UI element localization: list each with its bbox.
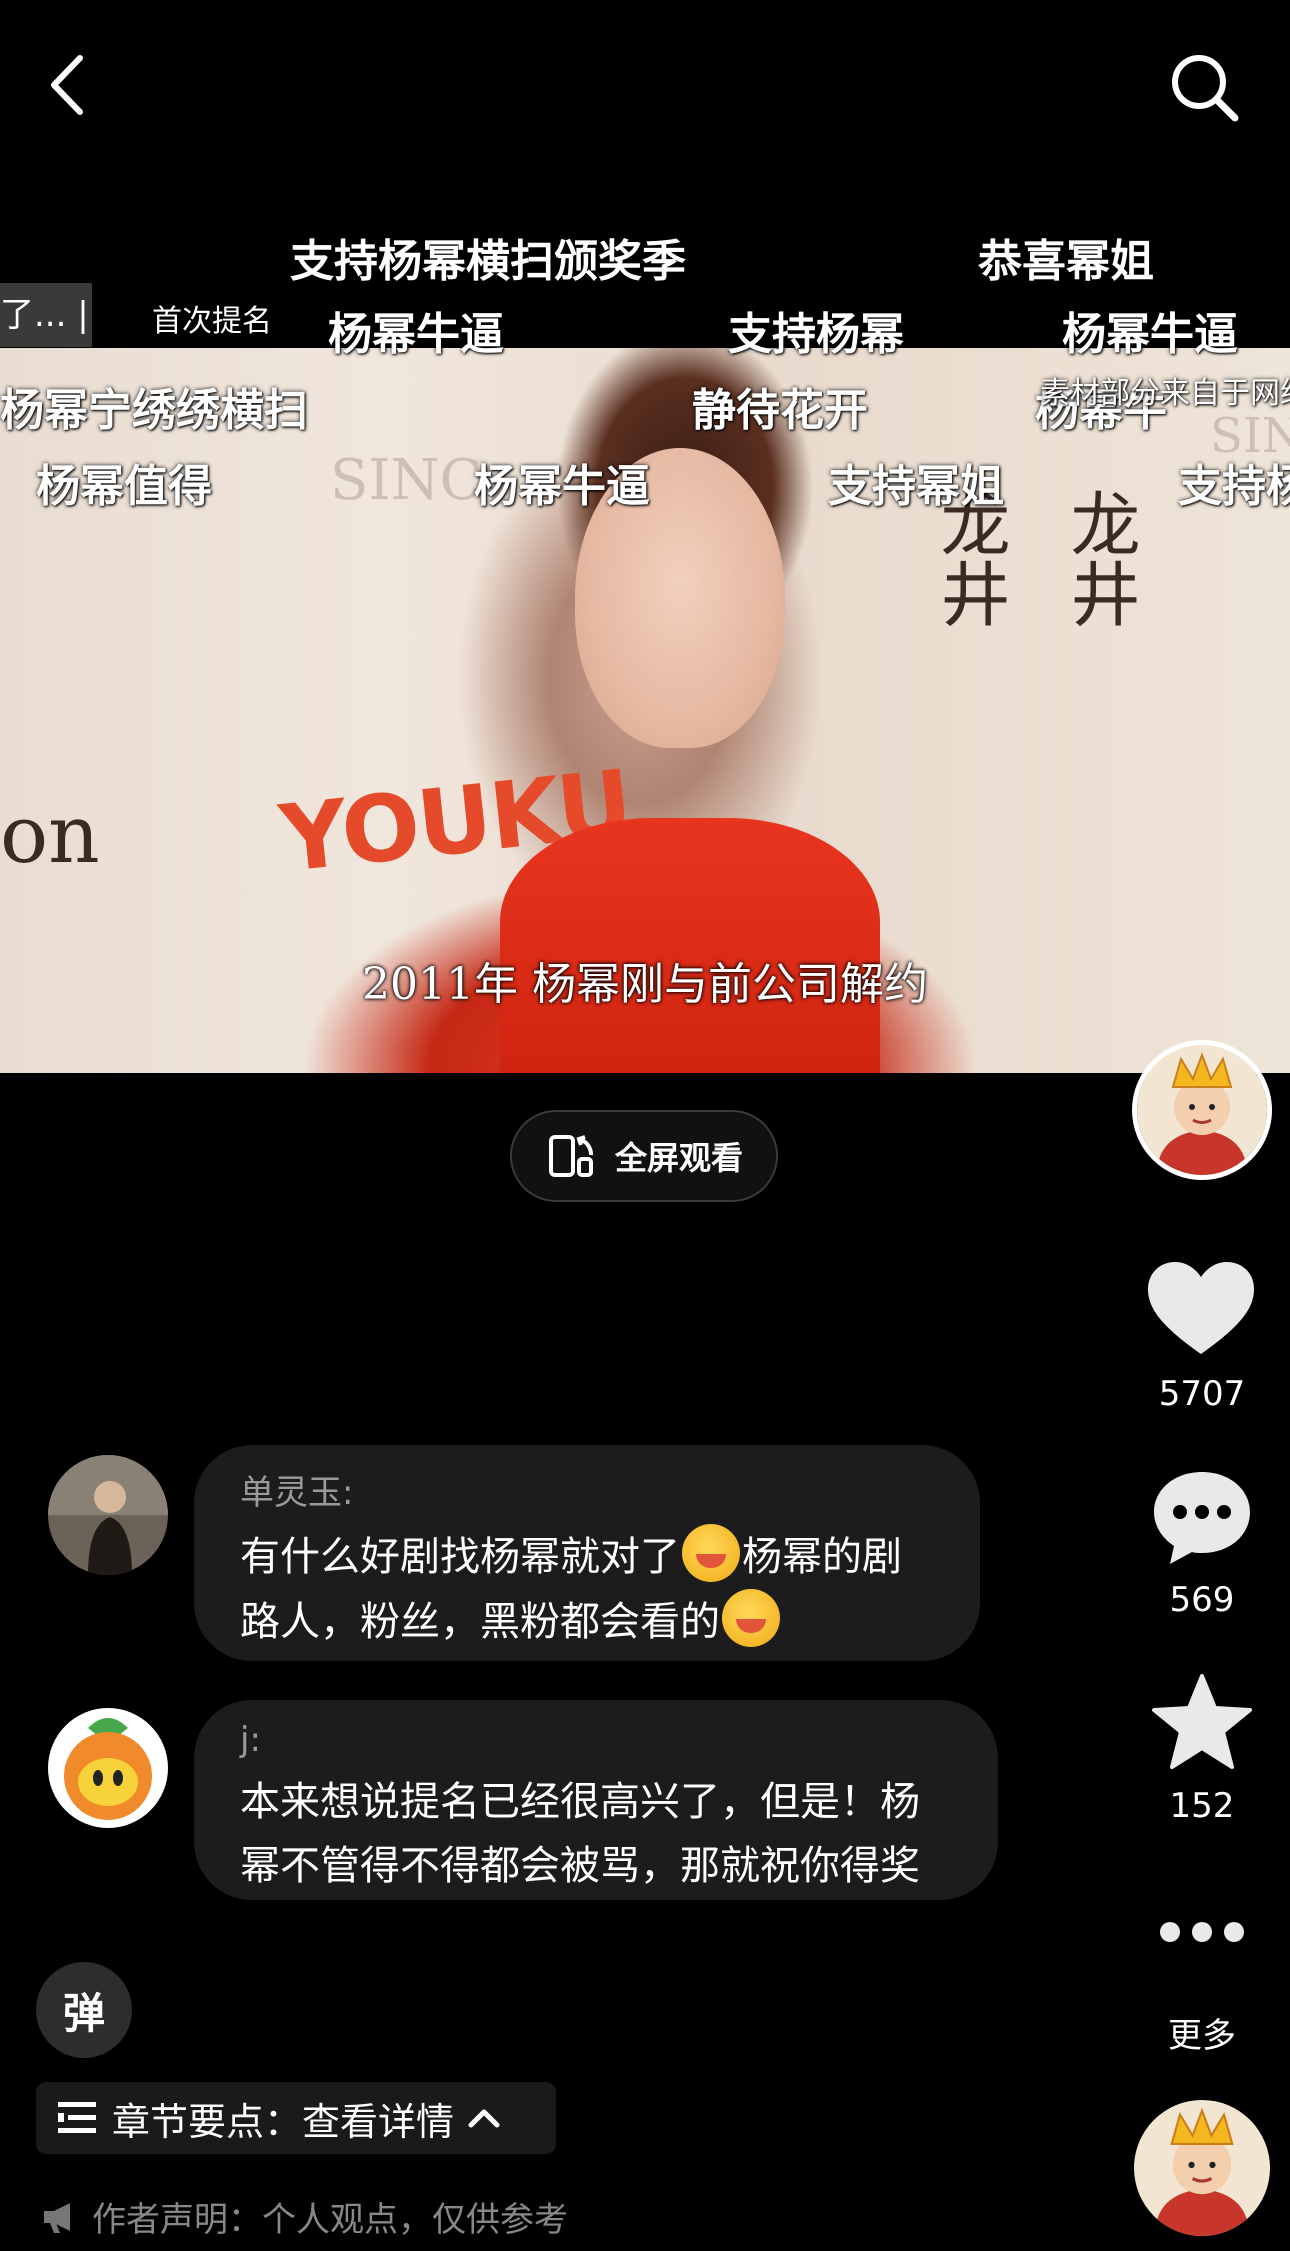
chapter-points-label: 章节要点：查看详情 (112, 2099, 455, 2144)
laughing-emoji-icon (682, 1524, 740, 1582)
bottom-avatar[interactable] (1134, 2100, 1270, 2236)
comment-text-part: 本来想说提名已经很高兴了，但是！杨 (240, 1779, 920, 1825)
danmaku-toggle-label: 弹 (62, 1988, 105, 2038)
danmaku-tag: 了... | (0, 283, 92, 347)
favorite-count: 152 (1169, 1786, 1235, 1826)
comment-username: j: (240, 1720, 261, 1760)
danmaku-text: 静待花开 (692, 385, 868, 436)
more-label: 更多 (1168, 2016, 1236, 2056)
danmaku-text: 杨幂牛逼 (474, 461, 650, 512)
danmaku-text: 恭喜幂姐 (978, 236, 1154, 287)
comment-count: 569 (1169, 1580, 1235, 1620)
star-icon (1152, 1674, 1252, 1769)
chevron-left-icon (51, 55, 83, 115)
backdrop-text: 龙井 (1059, 488, 1141, 628)
danmaku-text: 素材部分来自于网络 (1040, 376, 1290, 411)
danmaku-toggle-button[interactable]: 弹 (36, 1962, 132, 2058)
danmaku-text: 首次提名 (152, 304, 272, 339)
backdrop-text: SINC (330, 448, 483, 513)
favorite-button[interactable] (1152, 1674, 1252, 1774)
search-button[interactable] (1165, 48, 1245, 128)
laughing-emoji-icon (722, 1589, 780, 1647)
avatar-illustration (1137, 1045, 1267, 1175)
fullscreen-label: 全屏观看 (614, 1139, 743, 1177)
commenter-avatar[interactable] (48, 1708, 168, 1828)
backdrop-text: on (0, 788, 100, 881)
danmaku-text: 杨幂牛逼 (1062, 309, 1238, 360)
comment-button[interactable] (1152, 1468, 1252, 1570)
avatar-carrot (48, 1708, 168, 1828)
danmaku-text: 支持幂姐 (828, 461, 1004, 512)
more-dots-icon (1160, 1922, 1244, 1942)
danmaku-text: 杨幂值得 (36, 461, 212, 512)
more-button[interactable] (1158, 1920, 1246, 1948)
like-count: 5707 (1158, 1374, 1246, 1414)
danmaku-text: 杨幂宁绣绣横扫 (0, 385, 308, 436)
rotate-screen-icon (548, 1135, 593, 1177)
author-avatar[interactable] (1132, 1040, 1272, 1180)
search-icon (1172, 55, 1239, 122)
list-icon (58, 2102, 96, 2133)
like-button[interactable] (1148, 1262, 1254, 1362)
avatar-photo (48, 1455, 168, 1575)
heart-icon (1148, 1262, 1254, 1354)
back-button[interactable] (40, 50, 100, 120)
commenter-avatar[interactable] (48, 1455, 168, 1575)
comment-username: 单灵玉: (240, 1473, 354, 1513)
author-disclaimer: 作者声明：个人观点，仅供参考 (40, 2192, 568, 2241)
avatar-illustration (1134, 2100, 1270, 2236)
chapter-points-button[interactable]: 章节要点：查看详情 (36, 2082, 556, 2154)
comment-text: 本来想说提名已经很高兴了，但是！杨 幂不管得不得都会被骂，那就祝你得奖 (240, 1770, 952, 1898)
megaphone-icon (44, 2202, 70, 2233)
comment-bubble-icon (1154, 1472, 1250, 1564)
danmaku-text: 支持杨 (1178, 461, 1290, 512)
comment-text-part: 路人，粉丝，黑粉都会看的 (240, 1599, 720, 1645)
video-person-dress (500, 818, 880, 1073)
comment-text-part: 有什么好剧找杨幂就对了 (240, 1534, 680, 1580)
comment-text: 有什么好剧找杨幂就对了 杨幂的剧 路人，粉丝，黑粉都会看的 (240, 1524, 934, 1654)
comment-text-part: 幂不管得不得都会被骂，那就祝你得奖 (240, 1843, 920, 1889)
danmaku-text: 支持杨幂横扫颁奖季 (290, 236, 686, 287)
danmaku-text: 杨幂牛逼 (328, 309, 504, 360)
comment-bubble[interactable]: 单灵玉: 有什么好剧找杨幂就对了 杨幂的剧 路人，粉丝，黑粉都会看的 (194, 1445, 980, 1661)
video-subtitle: 2011年 杨幂刚与前公司解约 (362, 959, 928, 1010)
chevron-up-icon (468, 2109, 500, 2128)
comment-bubble[interactable]: j: 本来想说提名已经很高兴了，但是！杨 幂不管得不得都会被骂，那就祝你得奖 (194, 1700, 998, 1900)
danmaku-text: 支持杨幂 (728, 309, 904, 360)
disclaimer-text: 作者声明：个人观点，仅供参考 (92, 2200, 568, 2240)
fullscreen-button[interactable]: 全屏观看 (510, 1110, 778, 1202)
comment-text-part: 杨幂的剧 (742, 1534, 902, 1580)
